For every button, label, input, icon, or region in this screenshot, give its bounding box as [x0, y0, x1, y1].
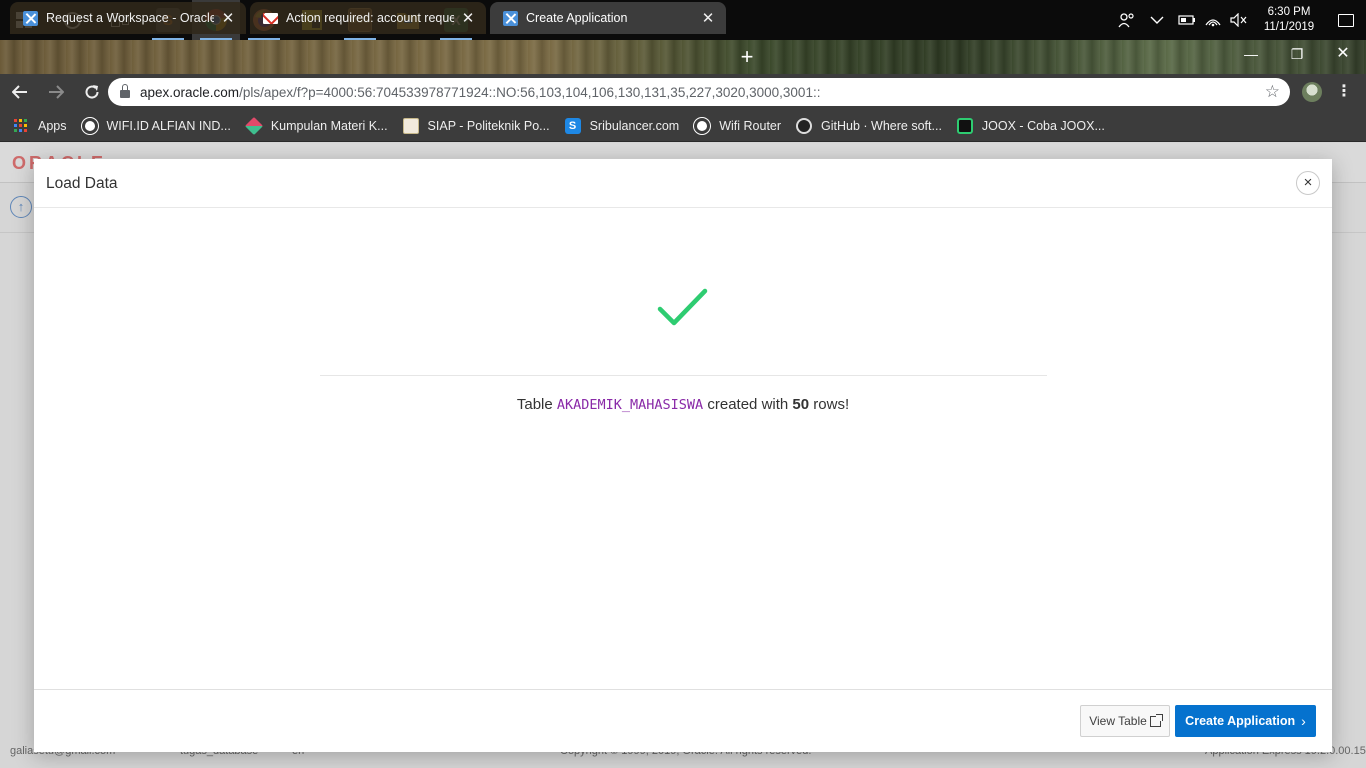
chrome-menu-icon[interactable]: ⋮	[1336, 80, 1352, 104]
bookmark-star-icon[interactable]: ☆	[1265, 82, 1280, 102]
table-name: AKADEMIK_MAHASISWA	[556, 397, 704, 413]
create-application-button[interactable]: Create Application ›	[1175, 705, 1316, 737]
system-clock[interactable]: 6:30 PM 11/1/2019	[1252, 5, 1326, 35]
bookmark-joox[interactable]: JOOX - Coba JOOX...	[956, 117, 1105, 134]
bookmark-label: Sribulancer.com	[589, 118, 680, 133]
reload-icon	[85, 85, 99, 99]
forward-button[interactable]	[40, 76, 72, 108]
sribulancer-icon: S	[564, 117, 581, 134]
battery-icon[interactable]	[1174, 0, 1200, 40]
bookmark-label: JOOX - Coba JOOX...	[981, 118, 1105, 133]
lock-icon	[120, 84, 130, 98]
joox-icon	[956, 117, 973, 134]
clock-date: 11/1/2019	[1263, 21, 1315, 33]
view-table-label: View Table	[1089, 714, 1147, 728]
wifi-icon[interactable]	[1200, 0, 1226, 40]
apex-icon	[502, 10, 518, 26]
success-check-icon	[657, 288, 708, 326]
bookmark-kumpulan-materi[interactable]: Kumpulan Materi K...	[244, 116, 388, 135]
browser-tab-create-application[interactable]: Create Application ✕	[490, 2, 726, 34]
message-suffix: rows!	[809, 396, 850, 413]
gmail-icon	[262, 10, 278, 26]
volume-muted-icon[interactable]	[1226, 0, 1252, 40]
url-host: apex.oracle.com	[140, 84, 240, 100]
address-bar[interactable]: apex.oracle.com/pls/apex/f?p=4000:56:704…	[108, 78, 1290, 106]
browser-toolbar: apex.oracle.com/pls/apex/f?p=4000:56:704…	[0, 74, 1366, 110]
dialog-title: Load Data	[46, 175, 118, 192]
bookmark-site-icon	[244, 116, 263, 135]
dialog-header: Load Data ×	[34, 159, 1332, 208]
bookmarks-bar: Apps WIFI.ID ALFIAN IND... Kumpulan Mate…	[0, 110, 1366, 142]
dialog-close-button[interactable]: ×	[1296, 171, 1320, 195]
tab-title: Action required: account request	[286, 11, 454, 25]
clock-time: 6:30 PM	[1267, 6, 1311, 18]
profile-avatar[interactable]	[1302, 82, 1322, 102]
browser-tab-strip	[0, 40, 1366, 74]
message-prefix: Table	[516, 396, 557, 413]
row-count: 50	[792, 396, 810, 413]
close-tab-icon[interactable]: ✕	[700, 9, 716, 27]
bookmark-siap[interactable]: SIAP - Politeknik Po...	[402, 117, 550, 134]
action-center-button[interactable]	[1326, 0, 1366, 40]
bookmark-wifi-router[interactable]: Wifi Router	[694, 117, 782, 134]
minimize-button[interactable]: —	[1228, 40, 1274, 70]
globe-icon	[694, 117, 711, 134]
close-window-button[interactable]: ✕	[1320, 40, 1366, 70]
message-middle: created with	[703, 396, 793, 413]
create-application-label: Create Application	[1185, 714, 1296, 728]
upload-icon: ↑	[10, 196, 32, 218]
arrow-right-icon	[49, 85, 64, 99]
notification-icon	[1338, 13, 1354, 27]
load-data-dialog: Load Data × Table AKADEMIK_MAHASISWA cre…	[34, 159, 1332, 752]
bookmark-apps[interactable]: Apps	[14, 118, 67, 133]
dialog-divider	[320, 375, 1047, 376]
bookmark-sribulancer[interactable]: S Sribulancer.com	[564, 117, 680, 134]
arrow-left-icon	[12, 85, 27, 99]
dialog-footer: View Table Create Application ›	[34, 689, 1332, 752]
bookmark-label: Apps	[38, 118, 67, 133]
close-tab-icon[interactable]: ✕	[220, 9, 236, 27]
url-path: /pls/apex/f?p=4000:56:704533978771924::N…	[239, 84, 821, 100]
browser-tab-request-workspace[interactable]: Request a Workspace - Oracle Ap ✕	[10, 2, 246, 34]
bookmark-label: Kumpulan Materi K...	[270, 118, 388, 133]
bookmark-label: WIFI.ID ALFIAN IND...	[106, 118, 231, 133]
dialog-body: Table AKADEMIK_MAHASISWA created with 50…	[34, 208, 1332, 689]
bookmark-github[interactable]: GitHub · Where soft...	[796, 117, 942, 134]
back-button[interactable]	[4, 76, 36, 108]
apex-icon	[22, 10, 38, 26]
globe-icon	[81, 117, 98, 134]
new-tab-button[interactable]: +	[735, 46, 759, 70]
chevron-right-icon: ›	[1301, 713, 1306, 729]
restore-button[interactable]: ❐	[1274, 40, 1320, 70]
system-tray: 6:30 PM 11/1/2019	[1114, 0, 1366, 40]
success-message: Table AKADEMIK_MAHASISWA created with 50…	[34, 396, 1332, 413]
people-icon[interactable]	[1114, 0, 1140, 40]
github-icon	[796, 117, 813, 134]
reload-button[interactable]	[76, 76, 108, 108]
tab-title: Request a Workspace - Oracle Ap	[46, 11, 214, 25]
bookmark-label: Wifi Router	[719, 118, 782, 133]
close-tab-icon[interactable]: ✕	[460, 9, 476, 27]
apps-grid-icon	[14, 118, 28, 133]
browser-tab-gmail[interactable]: Action required: account request ✕	[250, 2, 486, 34]
view-table-button[interactable]: View Table	[1080, 705, 1170, 737]
bookmark-wifi-id[interactable]: WIFI.ID ALFIAN IND...	[81, 117, 231, 134]
siap-icon	[402, 117, 419, 134]
external-link-icon	[1149, 713, 1163, 727]
tab-title: Create Application	[526, 11, 628, 25]
bookmark-label: SIAP - Politeknik Po...	[427, 118, 550, 133]
chevron-up-icon[interactable]	[1140, 0, 1174, 40]
bookmark-label: GitHub · Where soft...	[821, 118, 942, 133]
